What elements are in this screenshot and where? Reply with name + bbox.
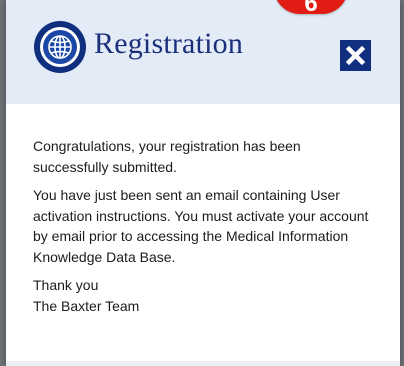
signature-text: The Baxter Team	[33, 297, 140, 314]
dialog-header: Registration	[6, 0, 400, 104]
close-button[interactable]	[340, 40, 371, 71]
dialog-title: Registration	[94, 27, 244, 60]
body-text-line: activation instructions. You must activa…	[33, 207, 369, 224]
thank-you-text: Thank you	[33, 277, 99, 293]
body-text-line: Congratulations, your registration has b…	[33, 138, 301, 154]
instructions-paragraph: You have just been sent an email contain…	[33, 185, 373, 267]
confirmation-paragraph: Congratulations, your registration has b…	[33, 136, 373, 177]
signature-paragraph: Thank you The Baxter Team	[33, 275, 373, 316]
body-text-line: by email prior to accessing the Medical …	[33, 228, 349, 244]
body-text-line: successfully submitted.	[33, 158, 177, 175]
dialog-body: Congratulations, your registration has b…	[33, 136, 373, 316]
close-icon	[345, 45, 366, 66]
registration-dialog: Registration 6 Congratulations, your reg…	[6, 0, 400, 366]
body-text-line: Knowledge Data Base.	[33, 248, 176, 265]
globe-icon	[34, 21, 86, 73]
backdrop-right	[400, 0, 404, 366]
dialog-bottom-edge	[6, 361, 400, 366]
body-text-line: You have just been sent an email contain…	[33, 187, 340, 203]
